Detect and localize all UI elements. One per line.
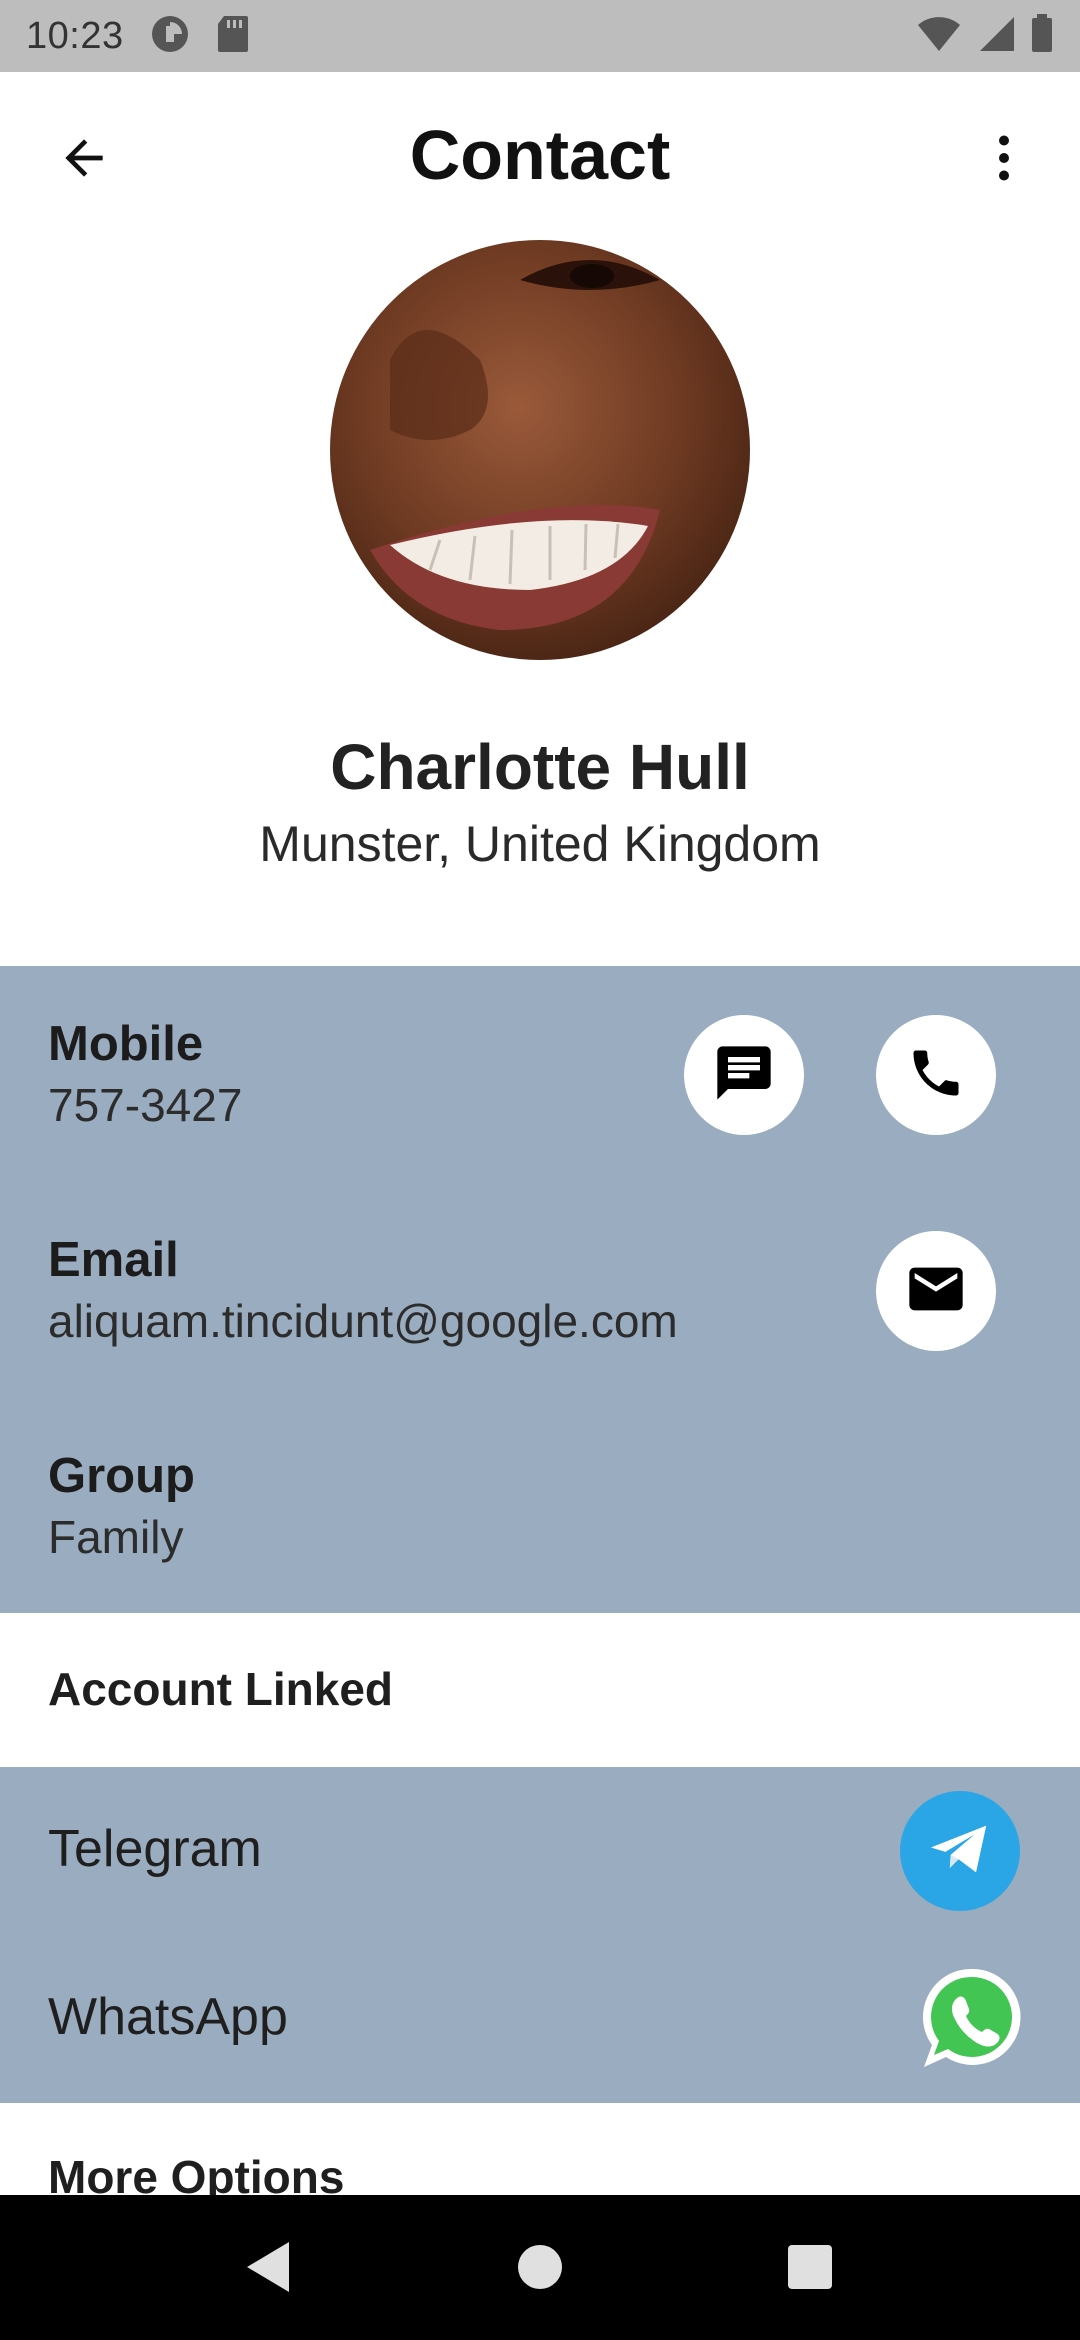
telegram-icon [925, 1814, 995, 1889]
mail-icon [904, 1257, 968, 1326]
signal-icon [976, 15, 1016, 58]
telegram-button[interactable] [900, 1791, 1020, 1911]
email-label: Email [48, 1233, 179, 1287]
group-value: Family [48, 1511, 184, 1563]
message-icon [712, 1041, 776, 1110]
phone-icon [906, 1043, 966, 1108]
sd-card-icon [216, 14, 250, 59]
data-saver-icon [150, 14, 190, 59]
arrow-left-icon [56, 130, 112, 191]
status-bar: 10:23 [0, 0, 1080, 72]
battery-icon [1030, 13, 1054, 59]
mobile-row: Mobile 757-3427 [48, 1016, 242, 1132]
circle-home-icon [516, 2243, 564, 2296]
account-linked-header: Account Linked [48, 1663, 394, 1715]
triangle-back-icon [243, 2240, 293, 2299]
avatar [330, 240, 750, 660]
account-label-whatsapp: WhatsApp [48, 1988, 288, 2046]
more-options-button[interactable] [968, 124, 1040, 196]
nav-back-button[interactable] [238, 2239, 298, 2299]
mobile-label: Mobile [48, 1017, 204, 1071]
call-button[interactable] [876, 1015, 996, 1135]
email-row: Email aliquam.tincidunt@google.com [48, 1232, 678, 1348]
contact-location: Munster, United Kingdom [259, 816, 821, 872]
nav-recents-button[interactable] [780, 2239, 840, 2299]
mobile-value: 757-3427 [48, 1079, 243, 1131]
app-bar: Contact [0, 72, 1080, 238]
back-button[interactable] [48, 124, 120, 196]
contact-details-panel: Mobile 757-3427 Email aliquam.tincidunt@… [0, 966, 1080, 1613]
status-time: 10:23 [26, 14, 124, 57]
page-title: Contact [409, 116, 671, 194]
account-label-telegram: Telegram [48, 1820, 262, 1878]
square-recents-icon [786, 2243, 834, 2296]
email-button[interactable] [876, 1231, 996, 1351]
message-button[interactable] [684, 1015, 804, 1135]
nav-home-button[interactable] [510, 2239, 570, 2299]
system-nav-bar [0, 2195, 1080, 2340]
wifi-icon [916, 15, 962, 58]
whatsapp-icon [916, 1968, 1028, 2079]
whatsapp-button[interactable] [916, 1963, 1028, 2075]
group-label: Group [48, 1449, 195, 1503]
contact-name: Charlotte Hull [330, 731, 750, 803]
group-row: Group Family [48, 1448, 195, 1564]
linked-accounts-panel: Telegram WhatsApp [0, 1767, 1080, 2103]
more-vert-icon [974, 128, 1034, 193]
email-value: aliquam.tincidunt@google.com [48, 1295, 678, 1347]
